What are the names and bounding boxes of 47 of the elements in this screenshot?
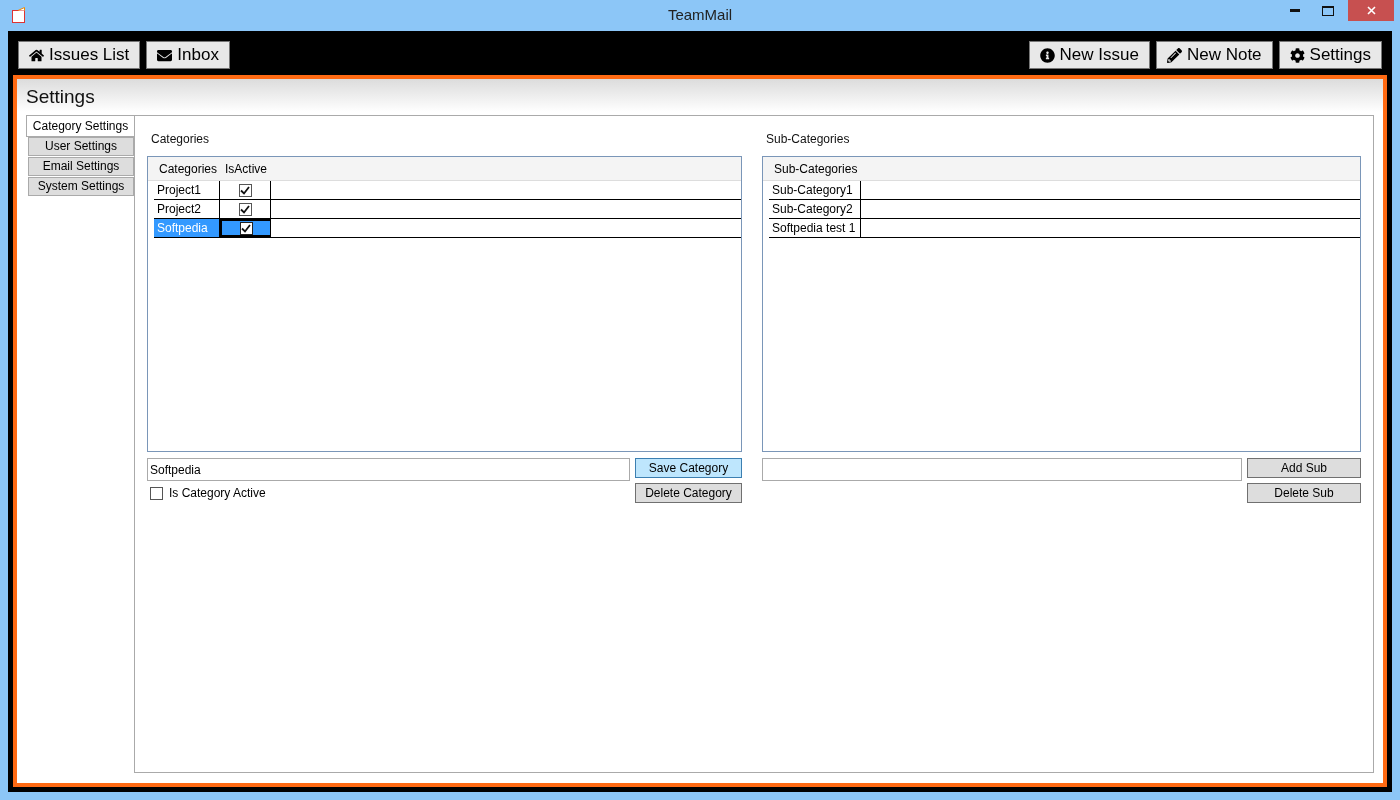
delete-button[interactable]: Delete Category — [635, 483, 742, 503]
home-icon — [29, 47, 44, 63]
toolbar-button[interactable]: Issues List — [18, 41, 141, 69]
minimize-icon[interactable] — [1290, 8, 1300, 13]
checkbox[interactable] — [150, 486, 163, 500]
close-button[interactable] — [1348, 0, 1394, 21]
table-cell: Project1 — [154, 181, 220, 199]
checkbox[interactable] — [238, 202, 252, 216]
toolbar-button[interactable]: Inbox — [146, 41, 230, 69]
page-title: Settings — [26, 85, 96, 109]
table-row[interactable]: Sub-Category2 — [769, 200, 1360, 219]
checkbox-label: Is Category Active — [169, 485, 266, 502]
app-logo-icon — [12, 7, 25, 23]
settings-tab[interactable]: Email Settings — [28, 157, 134, 176]
delete-button[interactable]: Delete Sub — [1247, 483, 1361, 503]
table-cell: Softpedia — [154, 219, 220, 237]
table-row[interactable]: Project1 — [154, 181, 741, 200]
section-label: Sub-Categories — [765, 131, 851, 148]
settings-icon — [1289, 47, 1305, 63]
section-label: Categories — [150, 131, 211, 148]
table-cell: Project2 — [154, 200, 220, 218]
column-header[interactable]: IsActive — [220, 157, 271, 180]
table-cell: Softpedia test 1 — [769, 219, 861, 237]
settings-tab[interactable]: System Settings — [28, 177, 134, 196]
pencil-icon — [1166, 47, 1182, 63]
info-icon — [1039, 47, 1055, 63]
table-row[interactable]: Sub-Category1 — [769, 181, 1360, 200]
table-cell: Sub-Category2 — [769, 200, 861, 218]
window-title: TeamMail — [667, 5, 733, 26]
settings-tab[interactable]: Category Settings — [26, 115, 134, 137]
column-header[interactable]: Sub-Categories — [769, 157, 861, 180]
table-cell: Sub-Category1 — [769, 181, 861, 199]
subcategory-input[interactable] — [762, 458, 1242, 481]
checkbox[interactable] — [238, 183, 252, 197]
settings-tab[interactable]: User Settings — [28, 137, 134, 156]
checkbox[interactable] — [239, 221, 253, 235]
maximize-icon[interactable] — [1322, 5, 1334, 16]
toolbar-button[interactable]: New Issue — [1028, 41, 1150, 69]
save-button[interactable]: Save Category — [635, 458, 742, 478]
toolbar-button[interactable]: New Note — [1155, 41, 1273, 69]
table-row[interactable]: Softpedia test 1 — [769, 219, 1360, 238]
close-icon — [1366, 6, 1376, 15]
column-header[interactable]: Categories — [154, 157, 220, 180]
toolbar-button[interactable]: Settings — [1278, 41, 1382, 69]
category-input[interactable]: Softpedia — [147, 458, 630, 481]
add-button[interactable]: Add Sub — [1247, 458, 1361, 478]
envelope-icon — [157, 47, 173, 63]
